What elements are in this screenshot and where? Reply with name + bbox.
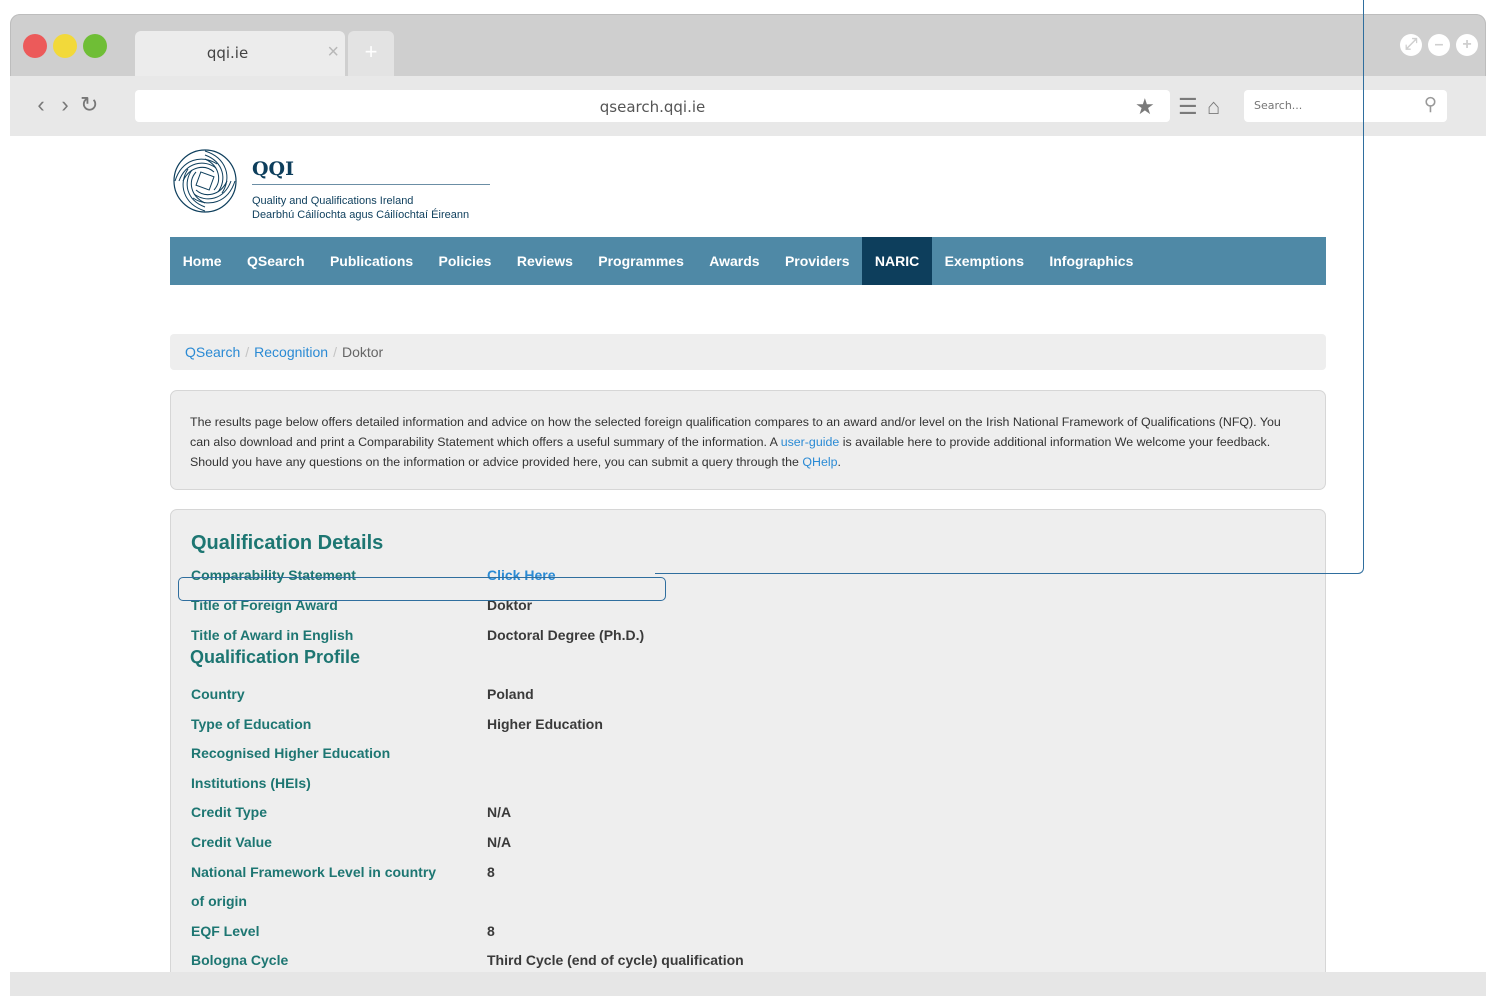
nav-publications[interactable]: Publications — [317, 237, 426, 285]
logo-name-en: Quality and Qualifications Ireland — [252, 195, 414, 207]
home-icon[interactable]: ⌂ — [1207, 94, 1220, 120]
browser-bottom-bar — [10, 972, 1486, 996]
breadcrumb-separator: / — [245, 344, 250, 360]
detail-value: Doctoral Degree (Ph.D.) — [487, 627, 645, 643]
qhelp-link[interactable]: QHelp — [802, 455, 837, 469]
nav-qsearch[interactable]: QSearch — [234, 237, 317, 285]
logo-title: QQI — [252, 158, 294, 180]
nav-infographics[interactable]: Infographics — [1037, 237, 1146, 285]
profile-value: Higher Education — [487, 716, 603, 732]
nav-reviews[interactable]: Reviews — [504, 237, 585, 285]
nav-programmes[interactable]: Programmes — [586, 237, 697, 285]
profile-value: N/A — [487, 804, 512, 820]
address-bar[interactable]: qsearch.qqi.ie — [135, 90, 1170, 122]
nav-policies[interactable]: Policies — [426, 237, 504, 285]
nav-providers[interactable]: Providers — [772, 237, 862, 285]
nav-awards[interactable]: Awards — [697, 237, 773, 285]
nav-buttons: ‹ › ↻ — [32, 92, 104, 118]
profile-label: Credit Type — [191, 804, 267, 820]
info-text-part: . — [837, 455, 841, 469]
browser-toolbar: ‹›↻ qsearch.qqi.ie ★ ☰ ⌂ ⚲ — [10, 76, 1486, 136]
browser-window: qqi.ie × + ⤢ – + ‹ › ↻ qsearch.qqi.ie ★ ☰ ⌂ … — [10, 14, 1486, 996]
logo-divider — [252, 184, 490, 185]
url-text: qsearch.qqi.ie — [599, 98, 706, 116]
profile-value: N/A — [487, 834, 512, 850]
nav-exemptions[interactable]: Exemptions — [932, 237, 1037, 285]
maximize-window-button[interactable] — [83, 34, 107, 58]
minimize-window-button[interactable] — [53, 34, 77, 58]
profile-label: Credit Value — [191, 834, 272, 850]
profile-label: EQF Level — [191, 923, 260, 939]
minimize-icon[interactable]: – — [1428, 34, 1450, 56]
browser-tab[interactable]: qqi.ie × — [135, 31, 345, 76]
breadcrumb: QSearch / Recognition / Doktor — [170, 334, 1326, 370]
qqi-swirl-icon — [173, 149, 237, 213]
tab-close-icon[interactable]: × — [327, 41, 339, 64]
profile-value: Poland — [487, 686, 534, 702]
profile-label: Institutions (HEIs) — [191, 775, 311, 791]
menu-icon[interactable]: ☰ — [1178, 94, 1198, 120]
detail-label: Title of Foreign Award — [191, 597, 338, 613]
breadcrumb-separator: / — [333, 344, 337, 360]
profile-label: Type of Education — [191, 716, 312, 732]
breadcrumb-recognition[interactable]: Recognition — [254, 344, 328, 360]
nav-home[interactable]: Home — [170, 237, 234, 285]
browser-search-box[interactable]: ⚲ — [1244, 90, 1447, 122]
profile-label: Bologna Cycle — [191, 952, 289, 968]
new-tab-button[interactable]: + — [348, 31, 394, 76]
info-text: The results page below offers detailed i… — [190, 412, 1290, 472]
detail-label: Title of Award in English — [191, 627, 354, 643]
qualification-details-heading: Qualification Details — [191, 532, 384, 554]
profile-label: Country — [191, 686, 245, 702]
breadcrumb-current: Doktor — [341, 344, 384, 360]
forward-icon[interactable]: › — [56, 92, 80, 118]
qualification-profile-heading: Qualification Profile — [190, 647, 361, 667]
main-nav: Home QSearch Publications Policies Revie… — [170, 237, 1326, 285]
comparability-statement-link[interactable]: Click Here — [487, 567, 555, 583]
qualification-details-panel: Qualification Details Comparability Stat… — [170, 509, 1326, 972]
star-icon[interactable]: ★ — [1135, 94, 1155, 120]
detail-value: Click Here — [487, 567, 555, 583]
callout-line-horizontal — [655, 573, 1355, 574]
search-input[interactable] — [1252, 98, 1406, 113]
search-icon[interactable]: ⚲ — [1424, 94, 1437, 115]
tab-title: qqi.ie — [206, 44, 249, 62]
nav-naric[interactable]: NARIC — [862, 237, 932, 285]
tab-strip: qqi.ie × + ⤢ – + — [10, 14, 1486, 76]
window-controls: ⤢ – + — [1394, 34, 1478, 56]
user-guide-link[interactable]: user-guide — [781, 435, 840, 449]
profile-label: of origin — [191, 893, 247, 909]
fullscreen-icon[interactable]: ⤢ — [1400, 34, 1422, 56]
profile-value: 8 — [487, 864, 495, 880]
callout-line-vertical — [1363, 0, 1364, 566]
back-icon[interactable]: ‹ — [32, 92, 56, 118]
logo-name-ga: Dearbhú Cáilíochta agus Cáilíochtaí Éire… — [252, 209, 470, 221]
info-panel: The results page below offers detailed i… — [170, 390, 1326, 490]
plus-icon[interactable]: + — [1456, 34, 1478, 56]
profile-value: 8 — [487, 923, 495, 939]
profile-value: Third Cycle (end of cycle) qualification — [487, 952, 744, 968]
profile-label: National Framework Level in country — [191, 864, 437, 880]
close-window-button[interactable] — [23, 34, 47, 58]
profile-label: Recognised Higher Education — [191, 745, 391, 761]
breadcrumb-qsearch[interactable]: QSearch — [185, 344, 240, 360]
detail-value: Doktor — [487, 597, 533, 613]
page-content: QQI Quality and Qualifications Ireland D… — [10, 136, 1486, 972]
reload-icon[interactable]: ↻ — [80, 92, 104, 118]
detail-label: Comparability Statement — [191, 567, 356, 583]
